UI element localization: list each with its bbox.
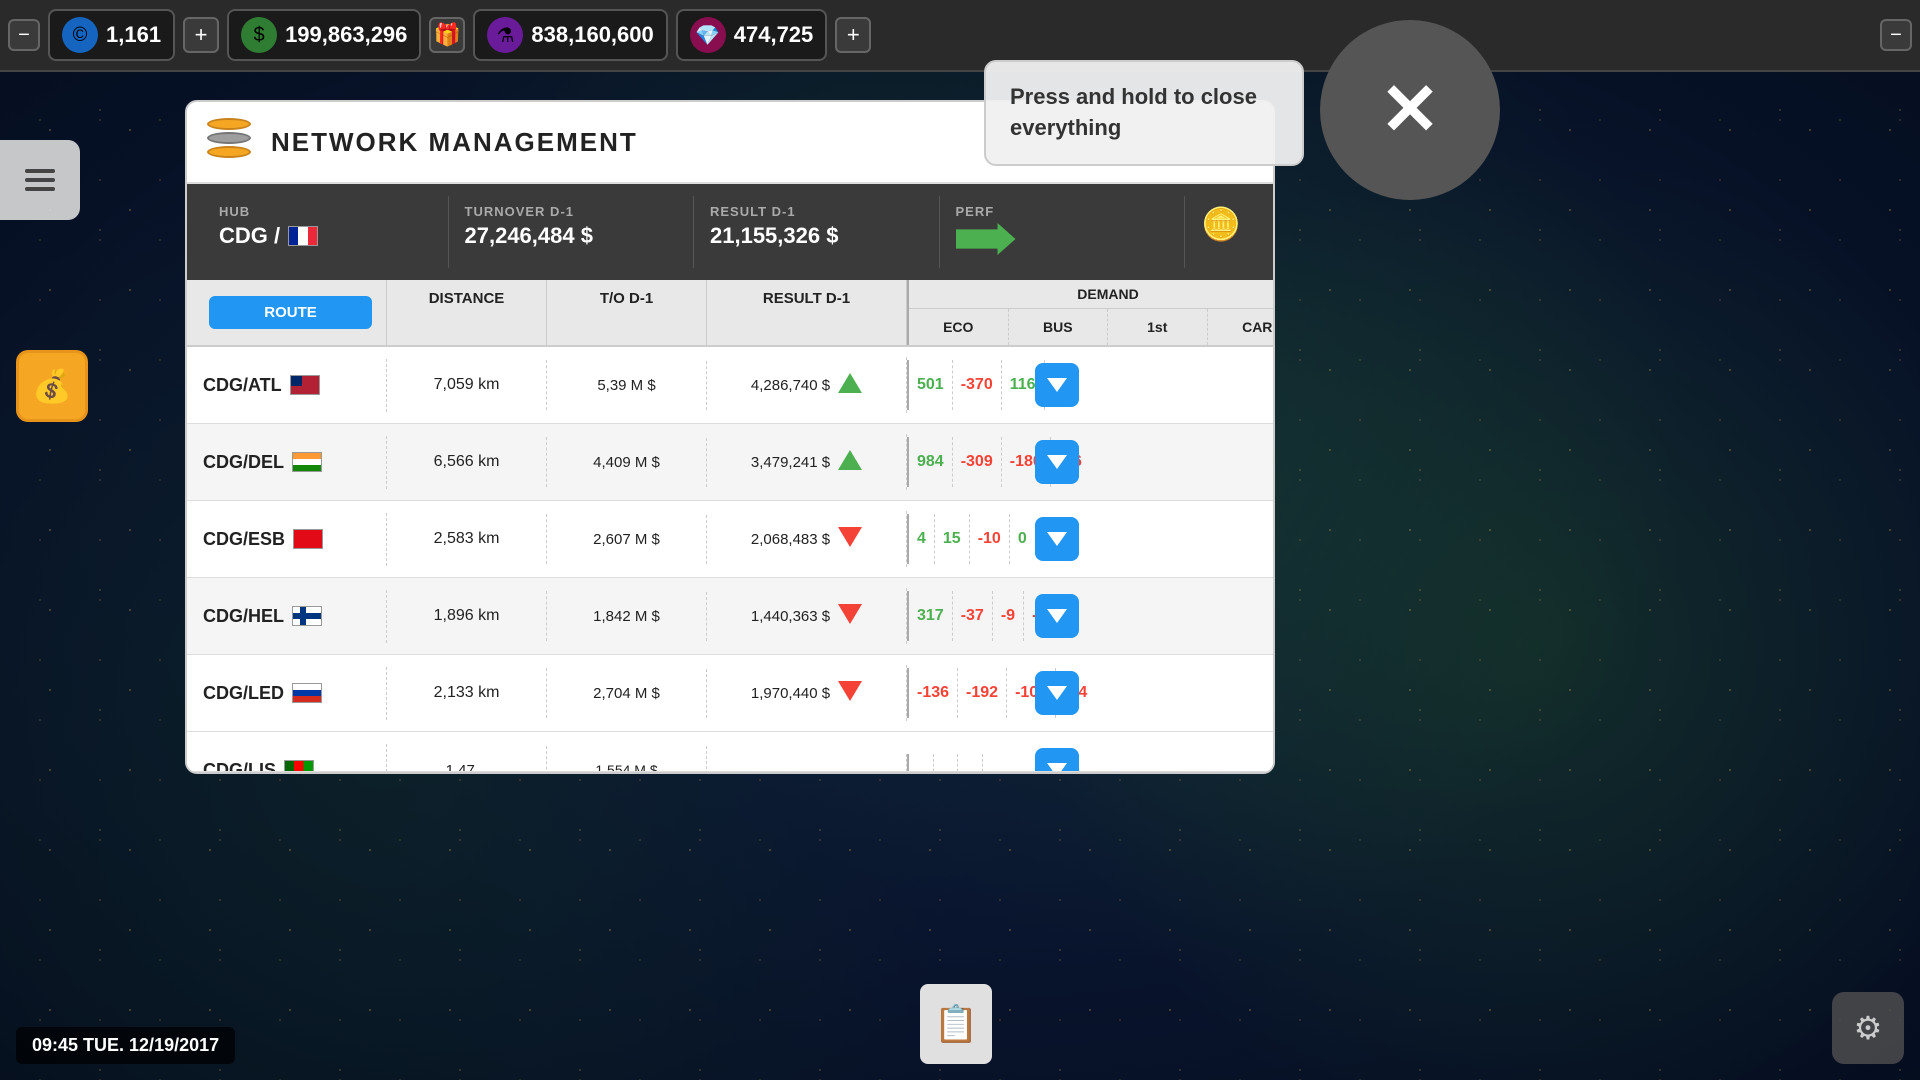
close-x-icon: ✕ [1380, 74, 1440, 146]
route-cell-CDG/LED: CDG/LED [187, 667, 387, 720]
hub-flag-fr [288, 226, 318, 246]
table-row: CDG/DEL6,566 km4,409 M $3,479,241 $984-3… [187, 424, 1273, 501]
credits-value: 1,161 [106, 22, 161, 48]
result-summary: RESULT D-1 21,155,326 $ [694, 196, 940, 268]
hamburger-icon [25, 169, 55, 191]
logo-summary-area: 🪙 [1185, 196, 1257, 268]
perf-label: PERF [956, 204, 1169, 219]
table-row: CDG/LED2,133 km2,704 M $1,970,440 $-136-… [187, 655, 1273, 732]
game-timestamp: 09:45 TUE. 12/19/2017 [16, 1027, 235, 1064]
flag-fi [292, 606, 322, 626]
dropdown-arrow-icon [1047, 686, 1067, 700]
route-cell-CDG/ESB: CDG/ESB [187, 513, 387, 566]
col-to-header: T/O D-1 [547, 280, 707, 345]
hub-label: HUB [219, 204, 432, 219]
col-1st-header: 1st [1108, 309, 1208, 345]
close-button-container: Press and hold to close everything ✕ [984, 20, 1500, 200]
money-gift-button[interactable]: 🎁 [429, 17, 465, 53]
money-icon: $ [241, 17, 277, 53]
resources-icon: ⚗ [487, 17, 523, 53]
top-minus-right[interactable]: − [1880, 19, 1912, 51]
perf-summary: PERF [940, 196, 1186, 268]
resources-value: 838,160,600 [531, 22, 653, 48]
settings-icon: ⚙ [1854, 1009, 1883, 1047]
press-hold-tooltip: Press and hold to close everything [984, 60, 1304, 166]
partial-to: 1,554 M $ [547, 746, 707, 772]
premium-icon: 💎 [690, 17, 726, 53]
premium-add-button[interactable]: + [835, 17, 871, 53]
money-display: $ 199,863,296 [227, 9, 421, 61]
sidebar-menu-button[interactable] [0, 140, 80, 220]
routes-table: ROUTE DISTANCE T/O D-1 RESULT D-1 DEMAND… [187, 280, 1273, 772]
premium-value: 474,725 [734, 22, 814, 48]
table-row: CDG/ESB2,583 km2,607 M $2,068,483 $415-1… [187, 501, 1273, 578]
clipboard-icon: 📋 [934, 1003, 979, 1045]
dropdown-arrow-icon [1047, 532, 1067, 546]
perf-arrow [956, 223, 1016, 255]
partial-flag [284, 760, 314, 772]
row-dropdown-btn[interactable] [1035, 517, 1079, 561]
table-row: CDG/HEL1,896 km1,842 M $1,440,363 $317-3… [187, 578, 1273, 655]
turnover-summary: TURNOVER D-1 27,246,484 $ [449, 196, 695, 268]
partial-demand [907, 754, 1007, 772]
timestamp-text: 09:45 TUE. 12/19/2017 [32, 1035, 219, 1055]
row-dropdown-btn[interactable] [1035, 671, 1079, 715]
turnover-value: 27,246,484 $ [465, 223, 678, 249]
table-row-partial: CDG/LIS 1,47... 1,554 M $ [187, 732, 1273, 772]
partial-route: CDG/LIS [187, 744, 387, 773]
summary-logo: 🪙 [1193, 196, 1249, 252]
route-cell-CDG/DEL: CDG/DEL [187, 436, 387, 489]
row-dropdown-btn[interactable] [1035, 440, 1079, 484]
col-bus-header: BUS [1009, 309, 1109, 345]
tooltip-text: Press and hold to close everything [1010, 84, 1257, 140]
settings-button[interactable]: ⚙ [1832, 992, 1904, 1064]
credits-display: © 1,161 [48, 9, 175, 61]
partial-route-text: CDG/LIS [203, 760, 276, 773]
network-management-panel: NETWORK MANAGEMENT HUB CDG / TURNOVER D-… [185, 100, 1275, 774]
dollar-button[interactable]: 💰 [16, 350, 88, 422]
credits-add-button[interactable]: + [183, 17, 219, 53]
hub-value: CDG / [219, 223, 280, 249]
flag-tr [293, 529, 323, 549]
close-everything-button[interactable]: ✕ [1320, 20, 1500, 200]
partial-dropdown-arrow [1047, 763, 1067, 772]
col-route-header: ROUTE [209, 296, 372, 329]
demand-label: DEMAND [909, 280, 1273, 309]
hub-summary: HUB CDG / [203, 196, 449, 268]
flag-ru [292, 683, 322, 703]
route-cell-CDG/ATL: CDG/ATL [187, 359, 387, 412]
resources-display: ⚗ 838,160,600 [473, 9, 667, 61]
turnover-label: TURNOVER D-1 [465, 204, 678, 219]
credits-icon: © [62, 17, 98, 53]
panel-title: NETWORK MANAGEMENT [271, 127, 638, 158]
route-cell-CDG/HEL: CDG/HEL [187, 590, 387, 643]
money-value: 199,863,296 [285, 22, 407, 48]
dropdown-arrow-icon [1047, 378, 1067, 392]
panel-logo [207, 118, 255, 166]
top-bar: − © 1,161 + $ 199,863,296 🎁 ⚗ 838,160,60… [0, 0, 1920, 72]
result-value: 21,155,326 $ [710, 223, 923, 249]
partial-distance: 1,47... [387, 746, 547, 773]
col-distance-header: DISTANCE [387, 280, 547, 345]
flag-in [292, 452, 322, 472]
table-body: CDG/ATL7,059 km5,39 M $4,286,740 $501-37… [187, 347, 1273, 732]
row-dropdown-btn[interactable] [1035, 363, 1079, 407]
dropdown-arrow-icon [1047, 455, 1067, 469]
credits-minus-button[interactable]: − [8, 19, 40, 51]
table-row: CDG/ATL7,059 km5,39 M $4,286,740 $501-37… [187, 347, 1273, 424]
dollar-icon: 💰 [32, 367, 72, 405]
col-result-header: RESULT D-1 [707, 280, 907, 345]
demand-group-header: DEMAND ECO BUS 1st CAR [907, 280, 1273, 345]
partial-result [707, 754, 907, 772]
col-car-header: CAR [1208, 309, 1274, 345]
clipboard-button[interactable]: 📋 [920, 984, 992, 1064]
flag-us [290, 375, 320, 395]
dropdown-arrow-icon [1047, 609, 1067, 623]
result-label: RESULT D-1 [710, 204, 923, 219]
row-dropdown-btn[interactable] [1035, 594, 1079, 638]
partial-dropdown[interactable] [1035, 748, 1079, 772]
premium-display: 💎 474,725 [676, 9, 828, 61]
col-eco-header: ECO [909, 309, 1009, 345]
